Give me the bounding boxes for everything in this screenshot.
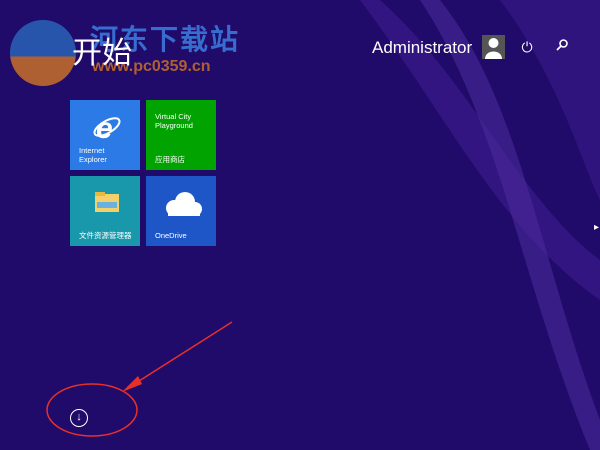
- annotation-arrow: [46, 321, 233, 437]
- all-apps-button[interactable]: ↓: [70, 409, 88, 427]
- mouse-cursor-icon: ▸: [594, 222, 600, 233]
- arrow-down-icon: ↓: [76, 411, 82, 423]
